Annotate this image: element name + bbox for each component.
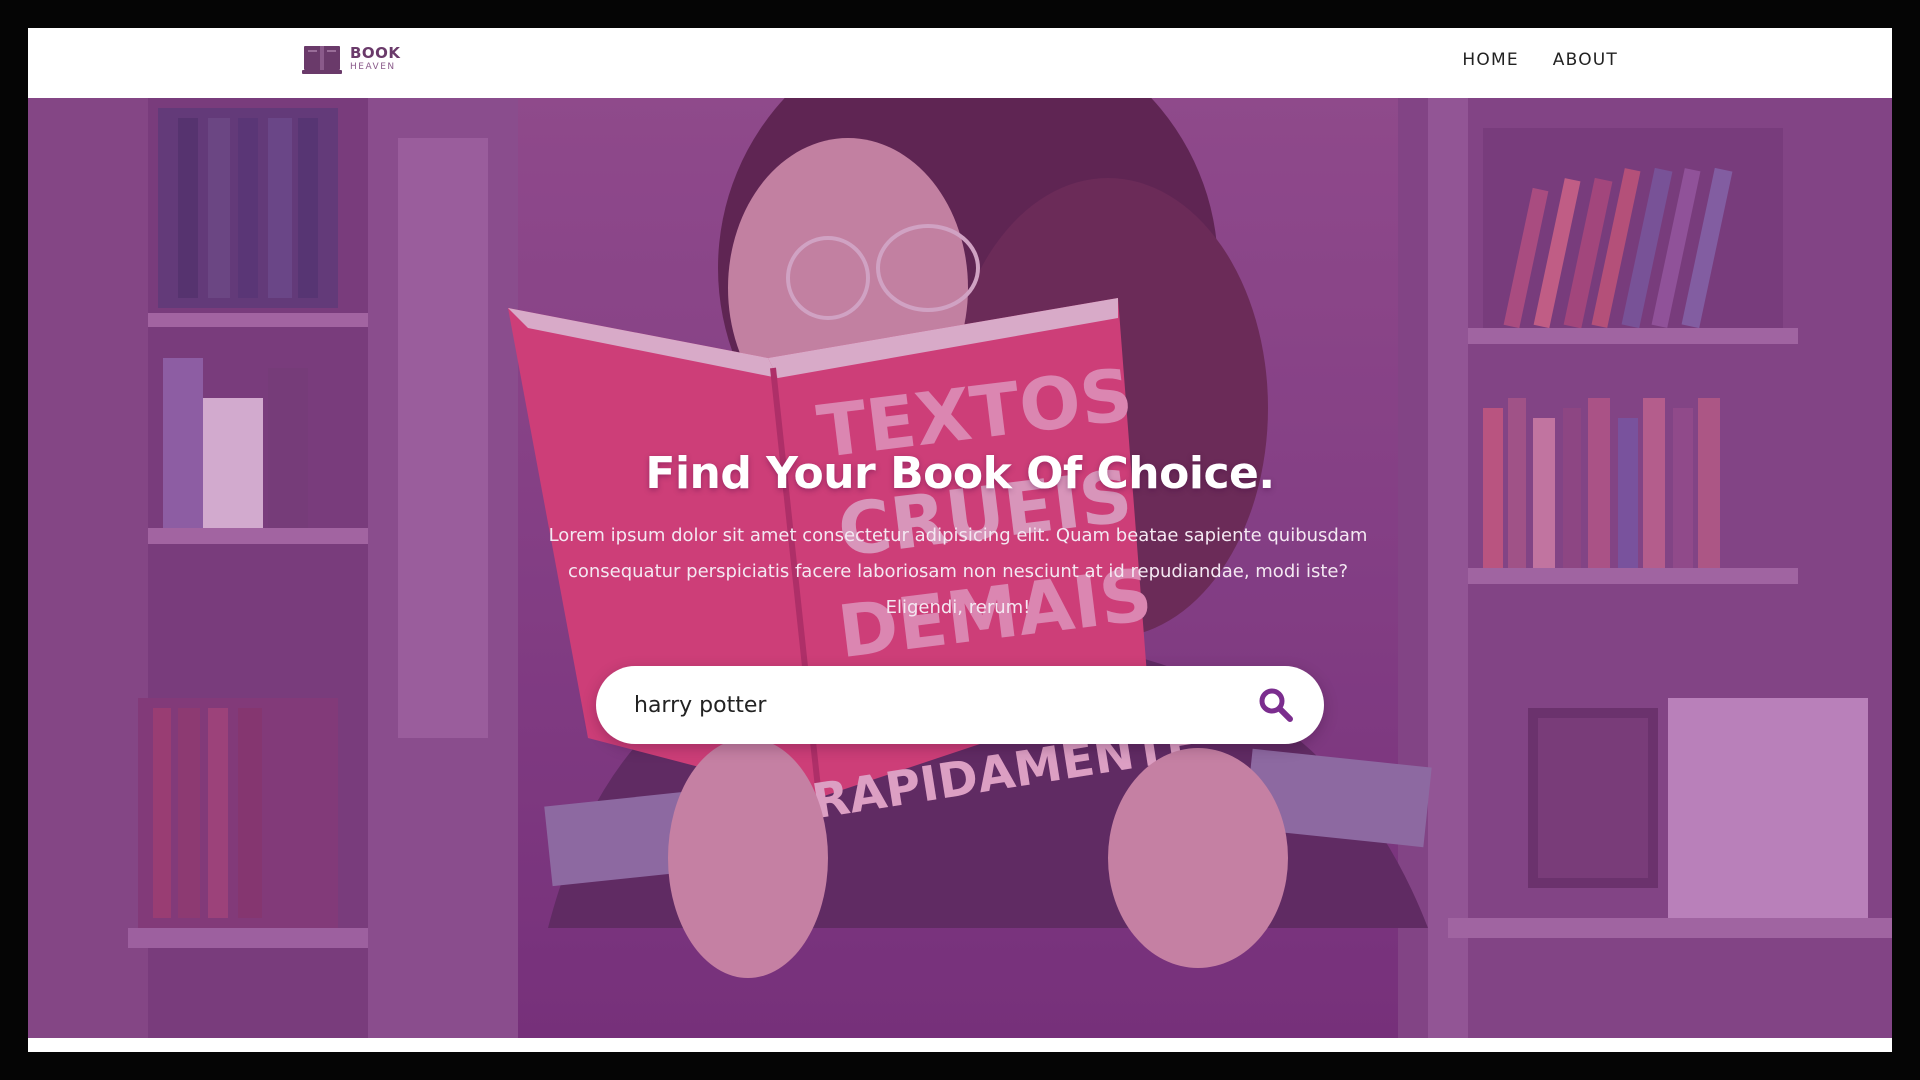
nav-menu: HOME ABOUT [1462,50,1618,70]
browser-viewport: BOOK HEAVEN HOME ABOUT TEXTOS CRUEIS DEM… [28,28,1892,1052]
search-bar [596,666,1324,744]
page-bottom-strip [28,1038,1892,1052]
brand-text: BOOK HEAVEN [350,46,401,72]
search-button[interactable] [1254,683,1298,727]
hero-description: Lorem ipsum dolor sit amet consectetur a… [548,525,1368,618]
navbar: BOOK HEAVEN HOME ABOUT [28,28,1892,98]
hero-content: Find Your Book Of Choice. Lorem ipsum do… [28,98,1892,1038]
nav-home-link[interactable]: HOME [1462,50,1518,70]
search-icon [1259,688,1293,722]
search-input[interactable] [634,684,1194,726]
nav-about-link[interactable]: ABOUT [1553,50,1618,70]
brand-title: BOOK [350,44,401,62]
brand-subtitle: HEAVEN [350,62,396,72]
hero-title: Find Your Book Of Choice. [645,448,1275,499]
brand-logo[interactable]: BOOK HEAVEN [302,42,401,76]
hero-section: TEXTOS CRUEIS DEMAIS RAPIDAMENTE Find Yo… [28,98,1892,1038]
device-frame: BOOK HEAVEN HOME ABOUT TEXTOS CRUEIS DEM… [0,0,1920,1080]
book-icon [302,46,342,74]
